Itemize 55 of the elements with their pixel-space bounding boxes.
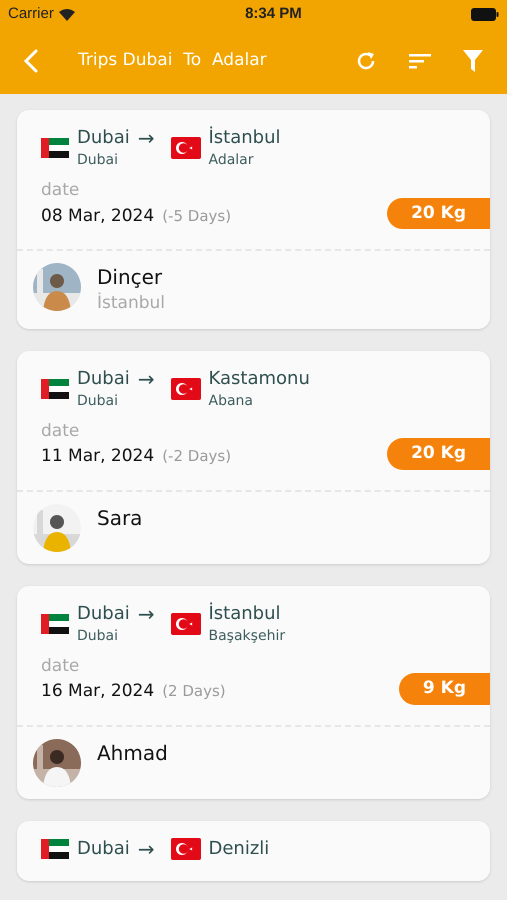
trip-date: 08 Mar, 2024 [41, 204, 154, 228]
traveler-city: İstanbul [97, 292, 166, 315]
arrow-icon: → [138, 366, 154, 390]
area-name: Başakşehir [208, 626, 286, 646]
back-button[interactable] [24, 49, 38, 73]
days-count: (2 Days) [162, 681, 226, 702]
city-name: Dubai [77, 602, 130, 626]
trip-card[interactable]: Dubai Dubai → İstanbul Başakşehir date 16 Mar, 2024 (2 Days) 9 Kg Ahmad [17, 586, 490, 798]
city-name: İstanbul [208, 126, 281, 150]
trip-card[interactable]: Dubai Dubai → İstanbul Adalar date 08 Mar, 2024 (-5 Days) 20 Kg Dinçer İstanbul [17, 110, 490, 328]
city-name: Denizli [208, 836, 270, 860]
city-name: Dubai [77, 126, 130, 150]
flag-icon [170, 838, 200, 860]
city-name: Kastamonu [208, 366, 310, 390]
days-count: (-5 Days) [162, 206, 232, 226]
city-name: İstanbul [208, 602, 282, 626]
area-name: Abana [208, 392, 254, 410]
flag-icon [41, 378, 69, 398]
days-count: (-2 Days) [162, 446, 232, 467]
flag-icon [170, 612, 200, 634]
date-label: date [41, 654, 80, 678]
date-label: date [41, 420, 80, 442]
wifi-icon [58, 8, 76, 20]
trip-date: 16 Mar, 2024 [41, 680, 154, 703]
city-name: Dubai [77, 366, 130, 390]
arrow-icon: → [138, 602, 154, 626]
area-name: Dubai [77, 626, 120, 646]
header-title: Trips Dubai To Adalar [78, 49, 268, 72]
sort-button[interactable] [409, 52, 431, 70]
area-name: Dubai [77, 151, 120, 170]
area-name: Adalar [208, 151, 255, 170]
traveler-name: Ahmad [97, 740, 168, 766]
flag-icon [41, 838, 69, 858]
flag-icon [41, 138, 69, 158]
weight-badge: 20 Kg [387, 438, 490, 470]
weight-badge: 20 Kg [387, 198, 490, 229]
status-time: 8:34 PM [245, 4, 302, 24]
battery-icon [470, 8, 499, 20]
carrier-name: Carrier [8, 4, 54, 24]
filter-button[interactable] [463, 50, 483, 72]
refresh-button[interactable] [355, 50, 377, 72]
flag-icon [41, 614, 69, 634]
trip-date: 11 Mar, 2024 [41, 445, 154, 468]
traveler-name: Dinçer [97, 264, 164, 291]
area-name: Dubai [77, 392, 120, 410]
weight-badge: 9 Kg [398, 673, 490, 704]
traveler-name: Sara [97, 504, 142, 532]
trip-card[interactable]: Dubai Dubai → Kastamonu Abana date 11 Mar, 2024 (-2 Days) 20 Kg Sara [17, 350, 490, 564]
arrow-icon: → [138, 836, 154, 860]
city-name: Dubai [77, 836, 130, 860]
date-label: date [41, 179, 80, 202]
flag-icon [170, 378, 200, 400]
arrow-icon: → [138, 126, 154, 150]
flag-icon [170, 137, 200, 159]
trip-card[interactable]: Dubai → Denizli [17, 820, 490, 880]
